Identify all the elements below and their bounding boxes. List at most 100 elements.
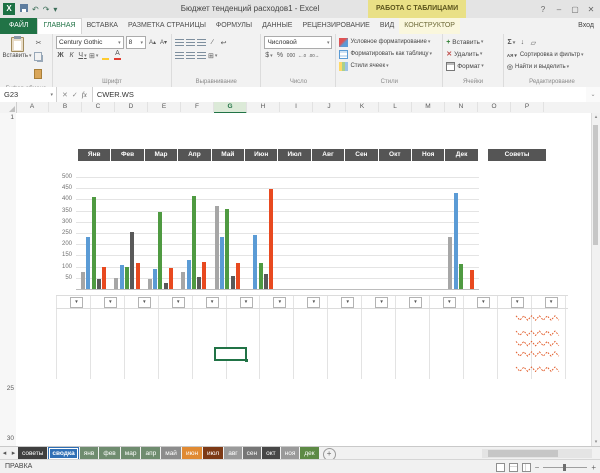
increase-decimal-icon[interactable]: ←.0 <box>297 50 306 61</box>
autosum-icon[interactable]: Σ <box>507 37 516 48</box>
align-center-icon[interactable] <box>186 52 195 59</box>
find-select-button[interactable]: ◎ Найти и выделить <box>507 61 597 73</box>
filter-dropdown-icon[interactable]: ▼ <box>206 297 219 308</box>
row-header-30[interactable]: 30 <box>7 435 14 442</box>
thousands-format-icon[interactable]: 000 <box>286 50 295 61</box>
column-header-J[interactable]: J <box>313 102 346 112</box>
cut-icon[interactable]: ✂ <box>34 37 43 48</box>
redo-icon[interactable]: ↷ <box>43 5 50 14</box>
ribbon-tab-view[interactable]: ВИД <box>375 18 399 34</box>
scroll-up-icon[interactable]: ▴ <box>592 114 600 120</box>
decrease-decimal-icon[interactable]: .00→ <box>308 50 319 61</box>
vertical-scrollbar[interactable]: ▴ ▾ <box>591 113 600 446</box>
horizontal-scrollbar-thumb[interactable] <box>488 450 558 457</box>
wrap-text-icon[interactable]: ↩ <box>219 37 228 48</box>
italic-button[interactable]: К <box>67 50 76 61</box>
save-icon[interactable] <box>20 4 28 14</box>
column-header-M[interactable]: M <box>412 102 445 112</box>
align-top-icon[interactable] <box>175 39 184 46</box>
column-header-D[interactable]: D <box>115 102 148 112</box>
restore-icon[interactable]: ▢ <box>568 5 582 14</box>
sign-in-link[interactable]: Вход <box>578 18 594 34</box>
formula-bar-expand-icon[interactable]: ⌄ <box>586 87 600 102</box>
filter-dropdown-icon[interactable]: ▼ <box>104 297 117 308</box>
sheet-canvas[interactable]: ЯнвФевМарАпрМайИюнИюлАвгСенОктНояДекСове… <box>16 113 592 446</box>
font-color-icon[interactable]: А <box>112 50 122 61</box>
ribbon-tab-insert[interactable]: ВСТАВКА <box>82 18 123 34</box>
column-header-C[interactable]: C <box>82 102 115 112</box>
percent-format-icon[interactable]: % <box>275 50 284 61</box>
filter-dropdown-icon[interactable]: ▼ <box>545 297 558 308</box>
horizontal-scrollbar[interactable] <box>482 449 592 458</box>
fill-icon[interactable]: ↓ <box>518 37 527 48</box>
bold-button[interactable]: Ж <box>56 50 65 61</box>
zoom-slider-thumb[interactable] <box>563 464 566 471</box>
filter-dropdown-icon[interactable]: ▼ <box>511 297 524 308</box>
column-header-N[interactable]: N <box>445 102 478 112</box>
fill-color-icon[interactable] <box>100 50 110 61</box>
grow-font-icon[interactable]: A▴ <box>148 37 157 48</box>
ribbon-tab-review[interactable]: РЕЦЕНЗИРОВАНИЕ <box>297 18 374 34</box>
row-header-1[interactable]: 1 <box>10 114 14 121</box>
merge-center-icon[interactable]: ⊞ <box>208 50 217 61</box>
format-cells-button[interactable]: Формат <box>446 60 500 72</box>
conditional-formatting-button[interactable]: Условное форматирование <box>339 36 439 48</box>
ribbon-tab-home[interactable]: ГЛАВНАЯ <box>37 18 81 35</box>
filter-dropdown-icon[interactable]: ▼ <box>477 297 490 308</box>
filter-dropdown-icon[interactable]: ▼ <box>70 297 83 308</box>
filter-dropdown-icon[interactable]: ▼ <box>307 297 320 308</box>
font-name-select[interactable]: Century Gothic▾ <box>56 36 124 49</box>
align-middle-icon[interactable] <box>186 39 195 46</box>
vertical-scrollbar-thumb[interactable] <box>593 125 598 245</box>
borders-icon[interactable]: ⊞ <box>89 50 98 61</box>
minimize-icon[interactable]: – <box>552 5 566 14</box>
filter-dropdown-icon[interactable]: ▼ <box>240 297 253 308</box>
ribbon-tab-data[interactable]: ДАННЫЕ <box>257 18 297 34</box>
name-box[interactable]: G23 ▾ <box>0 87 57 102</box>
column-header-B[interactable]: B <box>49 102 82 112</box>
column-header-I[interactable]: I <box>280 102 313 112</box>
column-header-F[interactable]: F <box>181 102 214 112</box>
ribbon-tab-design[interactable]: КОНСТРУКТОР <box>399 18 460 34</box>
currency-format-icon[interactable]: $ <box>264 50 273 61</box>
paste-button[interactable]: Вставить <box>3 36 31 85</box>
zoom-slider[interactable] <box>543 467 587 468</box>
format-painter-icon[interactable] <box>34 66 43 84</box>
ribbon-tab-page-layout[interactable]: РАЗМЕТКА СТРАНИЦЫ <box>123 18 211 34</box>
name-box-dropdown-icon[interactable]: ▾ <box>50 92 53 98</box>
formula-input[interactable]: CWER.WS <box>93 87 586 102</box>
delete-cells-button[interactable]: ✕ Удалить <box>446 48 500 60</box>
shrink-font-icon[interactable]: A▾ <box>159 37 168 48</box>
filter-dropdown-icon[interactable]: ▼ <box>172 297 185 308</box>
align-left-icon[interactable] <box>175 52 184 59</box>
orientation-icon[interactable]: ∕ <box>208 37 217 48</box>
column-header-A[interactable]: A <box>16 102 49 112</box>
clear-icon[interactable]: ▱ <box>529 37 538 48</box>
column-header-H[interactable]: H <box>247 102 280 112</box>
scroll-down-icon[interactable]: ▾ <box>592 439 600 445</box>
column-header-O[interactable]: O <box>478 102 511 112</box>
ribbon-tab-file[interactable]: ФАЙЛ <box>0 18 37 34</box>
column-header-K[interactable]: K <box>346 102 379 112</box>
filter-dropdown-icon[interactable]: ▼ <box>443 297 456 308</box>
zoom-out-icon[interactable]: − <box>535 463 540 472</box>
format-as-table-button[interactable]: Форматировать как таблицу <box>339 48 439 60</box>
undo-icon[interactable]: ↶ <box>32 5 39 14</box>
select-all-corner[interactable] <box>0 102 17 113</box>
active-cell[interactable] <box>214 347 247 361</box>
filter-dropdown-icon[interactable]: ▼ <box>375 297 388 308</box>
number-format-select[interactable]: Числовой▾ <box>264 36 332 49</box>
filter-dropdown-icon[interactable]: ▼ <box>409 297 422 308</box>
underline-button[interactable]: Ч <box>78 50 87 61</box>
cell-styles-button[interactable]: Стили ячеек <box>339 60 439 72</box>
align-right-icon[interactable] <box>197 52 206 59</box>
page-layout-view-icon[interactable] <box>509 463 518 472</box>
align-bottom-icon[interactable] <box>197 39 206 46</box>
excel-app-icon[interactable]: X <box>3 3 15 15</box>
zoom-in-icon[interactable]: + <box>591 463 596 472</box>
filter-dropdown-icon[interactable]: ▼ <box>138 297 151 308</box>
page-break-view-icon[interactable] <box>522 463 531 472</box>
row-header-25[interactable]: 25 <box>7 385 14 392</box>
help-icon[interactable]: ? <box>536 5 550 14</box>
qat-dropdown-icon[interactable]: ▾ <box>53 5 57 14</box>
